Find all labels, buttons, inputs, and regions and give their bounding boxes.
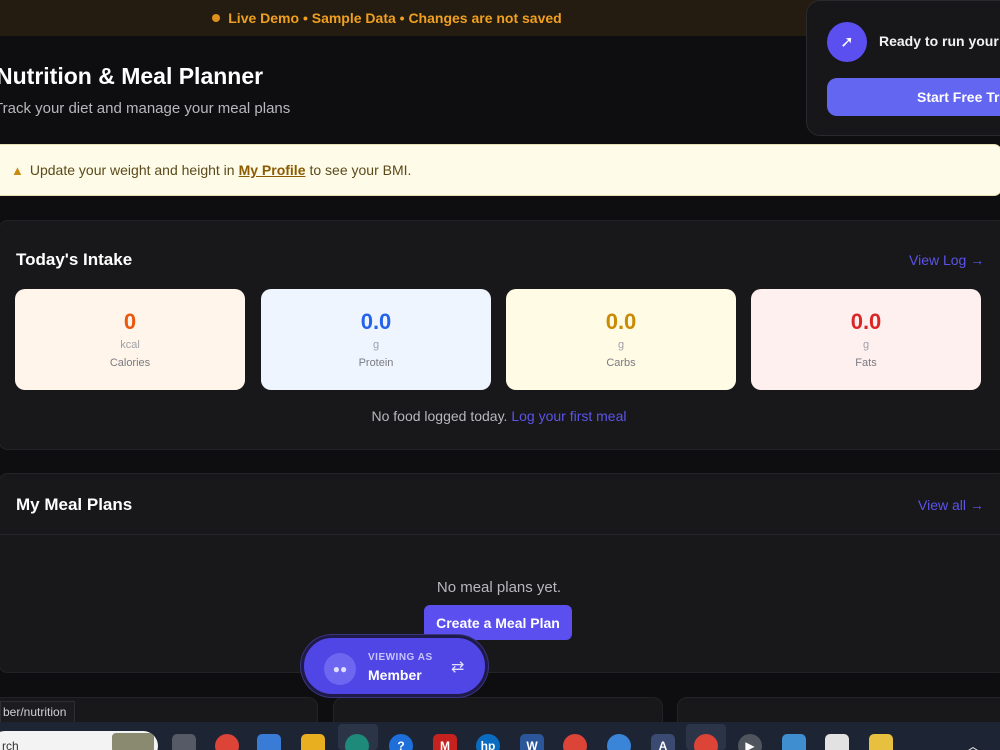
- chrome-icon[interactable]: [563, 734, 587, 750]
- no-food-message: No food logged today. Log your first mea…: [0, 408, 999, 424]
- calories-value: 0: [123, 309, 137, 334]
- store-icon[interactable]: [257, 734, 281, 750]
- start-free-trial-button[interactable]: Start Free Tri: [827, 78, 1000, 116]
- help-icon[interactable]: ?: [389, 734, 413, 750]
- protein-value: 0.0: [360, 309, 392, 334]
- trial-card: ➚ Ready to run your Start Free Tri: [806, 0, 1000, 136]
- divider: [0, 534, 1000, 535]
- snip-icon[interactable]: [825, 734, 849, 750]
- protein-label: Protein: [358, 357, 394, 369]
- fats-value: 0.0: [850, 309, 882, 334]
- my-profile-link[interactable]: My Profile: [239, 162, 306, 178]
- meal-plans-title: My Meal Plans: [16, 495, 133, 514]
- warning-prefix: Update your weight and height in: [29, 162, 235, 178]
- arc-icon[interactable]: A: [651, 734, 675, 750]
- viewing-as-role: Member: [368, 667, 422, 683]
- no-food-text: No food logged today.: [371, 408, 508, 424]
- search-highlight-icon: [112, 733, 154, 750]
- meal-plans-panel: My Meal Plans View all → No meal plans y…: [0, 473, 1000, 673]
- live-dot-icon: [212, 14, 221, 22]
- intake-title: Today's Intake: [16, 250, 133, 269]
- carbs-stat: 0.0 g Carbs: [506, 289, 736, 390]
- chevron-up-icon[interactable]: ︿: [966, 736, 980, 750]
- todays-intake-panel: Today's Intake View Log → 0 kcal Calorie…: [0, 220, 1000, 450]
- edit-icon[interactable]: [782, 734, 806, 750]
- bmi-warning: ▲ Update your weight and height in My Pr…: [0, 144, 1000, 196]
- warning-suffix: to see your BMI.: [309, 162, 412, 178]
- taskbar-search[interactable]: rch: [0, 731, 158, 750]
- fats-stat: 0.0 g Fats: [751, 289, 981, 390]
- file-icon[interactable]: [869, 734, 893, 750]
- calories-unit: kcal: [120, 339, 140, 351]
- calories-label: Calories: [109, 357, 151, 369]
- word-icon[interactable]: W: [520, 734, 544, 750]
- no-meal-plans-text: No meal plans yet.: [436, 579, 562, 596]
- chrome-icon[interactable]: [215, 734, 239, 750]
- hp-icon[interactable]: hp: [476, 734, 500, 750]
- page-title: Nutrition & Meal Planner: [0, 63, 264, 89]
- trial-text: Ready to run your: [879, 33, 999, 49]
- media-icon[interactable]: ▶: [738, 734, 762, 750]
- page-subtitle: Track your diet and manage your meal pla…: [0, 100, 291, 117]
- gmail-icon[interactable]: M: [433, 734, 457, 750]
- demo-banner-text: Live Demo • Sample Data • Changes are no…: [228, 10, 562, 26]
- windows-icon[interactable]: [172, 734, 196, 750]
- carbs-label: Carbs: [606, 357, 636, 369]
- view-all-link[interactable]: View all →: [918, 497, 984, 513]
- swap-icon: ⇄: [451, 659, 465, 676]
- folder-icon[interactable]: [301, 734, 325, 750]
- taskbar-search-text: rch: [2, 739, 19, 750]
- taskbar: rch ? M hp W A ▶: [0, 722, 1000, 750]
- carbs-value: 0.0: [605, 309, 637, 334]
- protein-stat: 0.0 g Protein: [261, 289, 491, 390]
- fats-label: Fats: [855, 357, 877, 369]
- viewing-as-switcher[interactable]: ●● VIEWING AS Member ⇄: [301, 635, 488, 697]
- view-log-link[interactable]: View Log →: [909, 252, 984, 268]
- fats-unit: g: [862, 339, 870, 351]
- calories-stat: 0 kcal Calories: [15, 289, 245, 390]
- status-bar-url: ber/nutrition: [0, 701, 76, 723]
- warning-icon: ▲: [11, 162, 24, 178]
- log-first-meal-link[interactable]: Log your first meal: [511, 408, 626, 424]
- users-icon: ●●: [324, 653, 356, 685]
- protein-unit: g: [372, 339, 380, 351]
- viewing-as-label: VIEWING AS: [368, 652, 433, 663]
- sync-icon[interactable]: [607, 734, 631, 750]
- carbs-unit: g: [617, 339, 625, 351]
- rocket-icon: ➚: [827, 22, 867, 62]
